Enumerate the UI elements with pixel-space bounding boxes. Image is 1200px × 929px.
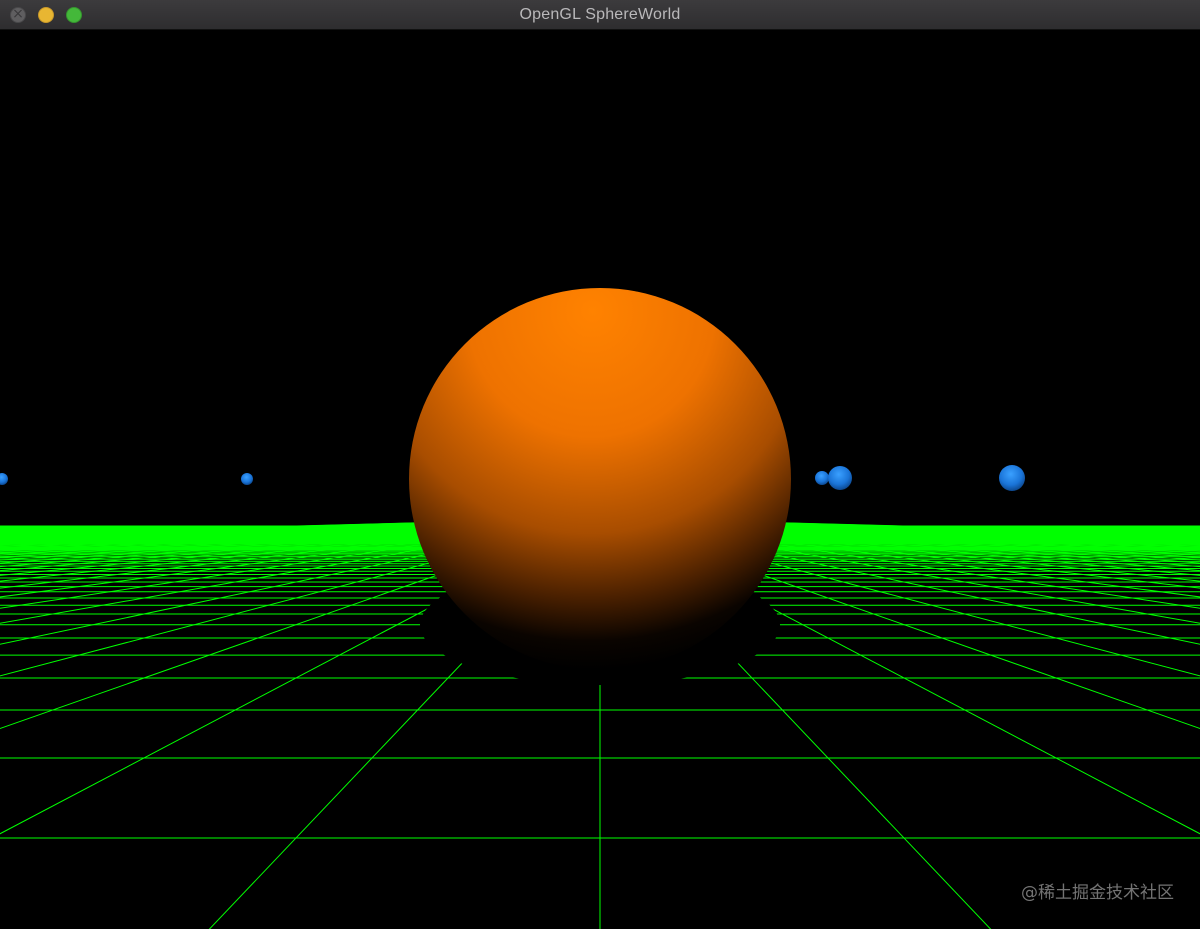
- blue-sphere: [828, 466, 852, 490]
- window-title: OpenGL SphereWorld: [519, 6, 681, 23]
- blue-sphere: [815, 471, 829, 485]
- title-bar[interactable]: OpenGL SphereWorld: [0, 0, 1200, 30]
- blue-sphere: [0, 473, 8, 485]
- blue-sphere: [999, 465, 1025, 491]
- watermark: @稀土掘金技术社区: [1021, 883, 1174, 903]
- app-window: OpenGL SphereWorld: [0, 0, 1200, 929]
- opengl-viewport[interactable]: @稀土掘金技术社区: [0, 30, 1200, 929]
- main-orange-sphere: [409, 288, 791, 670]
- blue-sphere: [241, 473, 253, 485]
- sphere-world-scene: [0, 288, 1200, 929]
